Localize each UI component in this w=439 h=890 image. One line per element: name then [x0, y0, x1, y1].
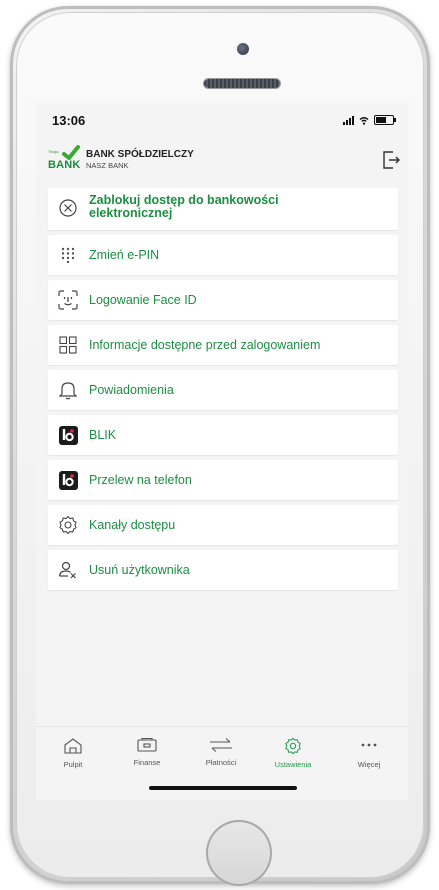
bottom-tab-bar: Pulpit Finanse Płatności Ustawienia Więc… [36, 726, 408, 777]
tab-finanse[interactable]: Finanse [112, 731, 182, 775]
tab-label: Ustawienia [274, 760, 312, 769]
status-icons [343, 115, 396, 125]
gear-icon [57, 514, 79, 536]
menu-item-label: BLIK [89, 428, 117, 442]
tab-platnosci[interactable]: Płatności [186, 731, 256, 775]
battery-icon [374, 115, 396, 125]
more-icon [361, 743, 377, 747]
block-icon [57, 197, 79, 219]
menu-item-change-epin[interactable]: Zmień e-PIN [48, 235, 398, 275]
gear-icon [285, 737, 301, 755]
tab-wiecej[interactable]: Więcej [334, 731, 404, 775]
wallet-icon [137, 737, 157, 752]
logout-icon[interactable] [381, 149, 401, 171]
menu-item-remove-user[interactable]: Usuń użytkownika [48, 550, 398, 590]
transfer-icon [210, 738, 232, 752]
menu-item-label: Powiadomienia [89, 383, 174, 397]
bank-subtitle: NASZ BANK [86, 161, 129, 170]
bank-name: BANK SPÓŁDZIELCZY [86, 149, 194, 160]
app-header: Twoja BANK BANK SPÓŁDZIELCZY NASZ BANK [36, 141, 408, 181]
signal-icon [343, 115, 354, 125]
menu-item-blik[interactable]: BLIK [48, 415, 398, 455]
bank-logo: Twoja BANK [48, 145, 84, 171]
menu-item-access-channels[interactable]: Kanały dostępu [48, 505, 398, 545]
home-indicator[interactable] [149, 786, 297, 790]
app-screen: 13:06 Twoja BANK BANK SPÓŁDZIELCZY NASZ … [36, 103, 408, 800]
menu-item-label: Zmień e-PIN [89, 248, 160, 262]
wifi-icon [359, 116, 369, 125]
menu-item-label: Logowanie Face ID [89, 293, 197, 307]
grid-icon [57, 334, 79, 356]
settings-menu: Zablokuj dostęp do bankowości elektronic… [48, 188, 398, 595]
keypad-icon [57, 244, 79, 266]
home-button[interactable] [206, 820, 272, 886]
status-bar: 13:06 [36, 103, 408, 137]
tab-label: Więcej [357, 760, 381, 769]
menu-item-phone-transfer[interactable]: Przelew na telefon [48, 460, 398, 500]
menu-item-label: Przelew na telefon [89, 473, 192, 487]
menu-item-block-access[interactable]: Zablokuj dostęp do bankowości elektronic… [48, 188, 398, 230]
status-time: 13:06 [52, 113, 86, 128]
tab-label: Finanse [133, 758, 161, 767]
logo-small-text: Twoja [48, 149, 59, 154]
home-icon [64, 738, 82, 754]
front-camera [237, 43, 249, 55]
tab-label: Płatności [205, 758, 237, 767]
menu-item-notifications[interactable]: Powiadomienia [48, 370, 398, 410]
menu-item-label: Kanały dostępu [89, 518, 176, 532]
face-id-icon [57, 289, 79, 311]
tab-label: Pulpit [63, 760, 83, 769]
logo-text: BANK [48, 159, 81, 171]
blik-phone-icon [57, 469, 79, 491]
menu-item-face-id[interactable]: Logowanie Face ID [48, 280, 398, 320]
blik-icon [57, 424, 79, 446]
bell-icon [57, 379, 79, 401]
tab-ustawienia[interactable]: Ustawienia [258, 731, 328, 775]
menu-item-label: Zablokuj dostęp do bankowości elektronic… [89, 193, 279, 220]
menu-item-label: Usuń użytkownika [89, 563, 190, 577]
menu-item-label: Informacje dostępne przed zalogowaniem [89, 338, 321, 352]
earpiece-speaker [204, 79, 280, 88]
menu-item-pre-login-info[interactable]: Informacje dostępne przed zalogowaniem [48, 325, 398, 365]
remove-user-icon [57, 559, 79, 581]
tab-pulpit[interactable]: Pulpit [38, 731, 108, 775]
